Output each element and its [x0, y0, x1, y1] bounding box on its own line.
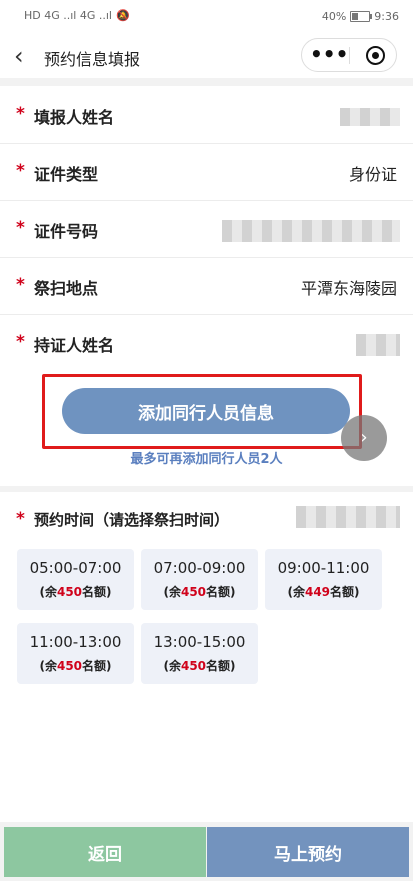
required-mark: *	[16, 161, 25, 181]
row-location[interactable]: * 祭扫地点 平潭东海陵园	[0, 257, 413, 315]
time-slot[interactable]: 09:00-11:00 (余449名额)	[265, 549, 382, 610]
booking-title: 预约时间（请选择祭扫时间）	[34, 511, 230, 529]
redacted-value	[222, 220, 400, 242]
slot-time: 11:00-13:00	[29, 633, 122, 651]
slot-time: 07:00-09:00	[153, 559, 246, 577]
nav-bar: ‹ 预约信息填报 •••	[0, 36, 413, 78]
booking-header: * 预约时间（请选择祭扫时间）	[0, 492, 413, 542]
slot-remaining: 450	[180, 659, 207, 673]
slot-quota: (余450名额)	[163, 585, 236, 599]
redacted-value	[340, 108, 400, 126]
miniprogram-capsule: •••	[301, 38, 397, 72]
time-slot[interactable]: 13:00-15:00 (余450名额)	[141, 623, 258, 684]
redacted-value	[296, 506, 400, 528]
slot-remaining: 450	[180, 585, 207, 599]
row-reporter-name[interactable]: * 填报人姓名	[0, 86, 413, 144]
battery-icon	[350, 11, 373, 22]
slot-quota: (余450名额)	[39, 585, 112, 599]
status-right: 40% 9:36	[322, 10, 399, 23]
slot-remaining: 450	[56, 659, 83, 673]
row-label: 填报人姓名	[34, 108, 115, 127]
slot-quota: (余450名额)	[39, 659, 112, 673]
time-slot[interactable]: 07:00-09:00 (余450名额)	[141, 549, 258, 610]
status-bar: HD 4G ..ıl 4G ..ıl 🔕 40% 9:36	[0, 0, 413, 36]
slot-quota: (余450名额)	[163, 659, 236, 673]
back-button[interactable]: 返回	[4, 827, 206, 877]
row-label: 证件类型	[34, 165, 99, 184]
row-value: 身份证	[348, 165, 397, 184]
slot-quota: (余449名额)	[287, 585, 360, 599]
required-mark: *	[16, 509, 25, 529]
time-slot[interactable]: 05:00-07:00 (余450名额)	[17, 549, 134, 610]
battery-percent: 40%	[321, 10, 347, 23]
signal-indicators: HD 4G ..ıl 4G ..ıl 🔕	[24, 9, 130, 22]
redacted-value	[356, 334, 400, 356]
row-label: 持证人姓名	[34, 336, 115, 355]
bottom-action-bar: 返回 马上预约	[0, 827, 413, 881]
slot-time: 09:00-11:00	[277, 559, 370, 577]
required-mark: *	[16, 275, 25, 295]
slot-time: 13:00-15:00	[153, 633, 246, 651]
booking-time-section: * 预约时间（请选择祭扫时间） 05:00-07:00 (余450名额) 07:…	[0, 492, 413, 822]
page-title: 预约信息填报	[44, 50, 141, 69]
clock: 9:36	[374, 10, 399, 23]
row-id-type[interactable]: * 证件类型 身份证	[0, 143, 413, 201]
capsule-divider	[349, 47, 350, 64]
bell-off-icon: 🔕	[115, 9, 130, 22]
row-value: 平潭东海陵园	[300, 279, 397, 298]
slot-remaining: 449	[304, 585, 331, 599]
companion-limit-hint: 最多可再添加同行人员2人	[130, 452, 283, 467]
row-holder-name[interactable]: * 持证人姓名	[0, 314, 413, 371]
required-mark: *	[16, 332, 25, 352]
row-id-number[interactable]: * 证件号码	[0, 200, 413, 258]
more-dots-icon[interactable]: •••	[310, 39, 348, 71]
row-label: 祭扫地点	[34, 279, 99, 298]
time-slot[interactable]: 11:00-13:00 (余450名额)	[17, 623, 134, 684]
required-mark: *	[16, 218, 25, 238]
required-mark: *	[16, 104, 25, 124]
row-label: 证件号码	[34, 222, 99, 241]
add-companion-button[interactable]: 添加同行人员信息	[62, 388, 350, 434]
book-now-button[interactable]: 马上预约	[207, 827, 409, 877]
signal-icon: HD 4G ..ıl 4G ..ıl	[24, 9, 112, 22]
close-target-icon[interactable]	[366, 46, 385, 65]
slot-remaining: 450	[56, 585, 83, 599]
back-chevron-icon[interactable]: ‹	[14, 42, 24, 70]
slot-time: 05:00-07:00	[29, 559, 122, 577]
